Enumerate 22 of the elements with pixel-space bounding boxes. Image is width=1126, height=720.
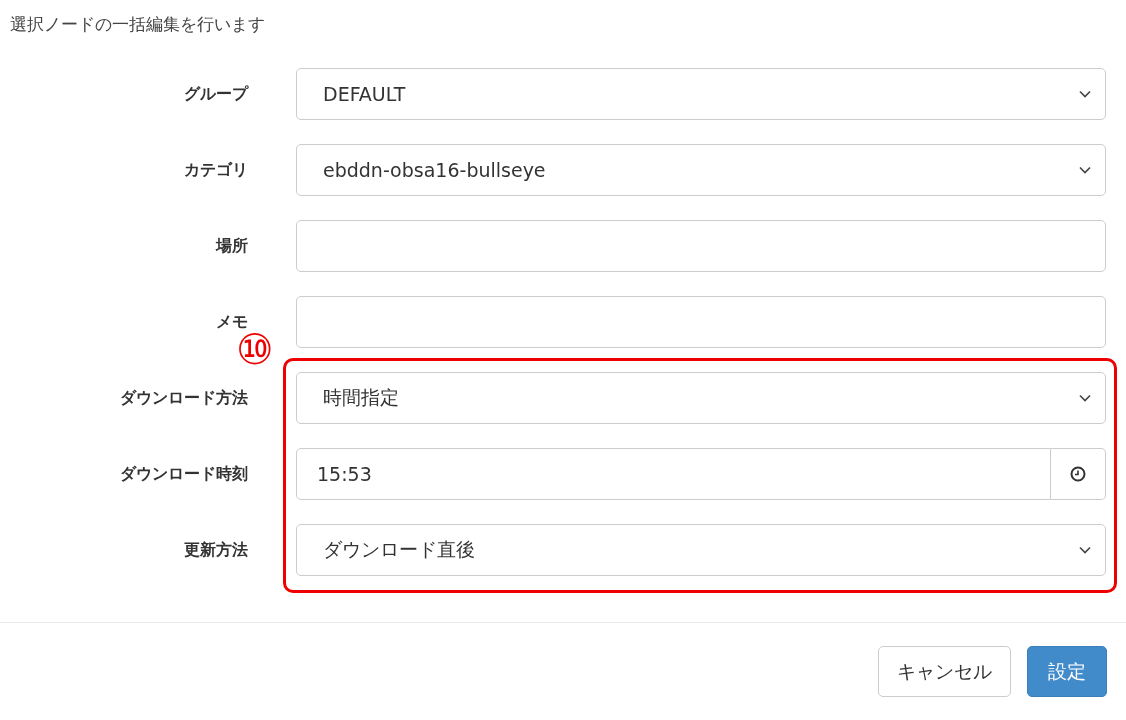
submit-button[interactable]: 設定 <box>1027 646 1107 697</box>
field-label: ダウンロード時刻 <box>119 463 248 485</box>
chevron-icon <box>1079 394 1091 402</box>
chevron-icon <box>1079 546 1091 554</box>
field-label: グループ <box>183 83 248 105</box>
field-label: 場所 <box>214 235 248 257</box>
field-label: 更新方法 <box>183 539 248 561</box>
field-label: カテゴリ <box>183 159 248 181</box>
clock-icon <box>1070 466 1086 482</box>
dropdown[interactable]: 時間指定 <box>296 372 1106 424</box>
annotation-number: ⑩ <box>236 333 274 367</box>
intro-text: 選択ノードの一括編集を行います <box>9 13 266 36</box>
field-label: メモ <box>215 311 248 333</box>
chevron-icon <box>1079 90 1091 98</box>
chevron-icon <box>1079 166 1091 174</box>
field-label: ダウンロード方法 <box>119 387 248 409</box>
dropdown[interactable]: ダウンロード直後 <box>296 524 1106 576</box>
dropdown[interactable]: ebddn-obsa16-bullseye <box>296 144 1106 196</box>
cancel-button[interactable]: キャンセル <box>878 646 1011 697</box>
clock-button[interactable] <box>1051 448 1106 500</box>
time-field[interactable]: 15:53 <box>296 448 1051 500</box>
dropdown[interactable]: DEFAULT <box>296 68 1106 120</box>
